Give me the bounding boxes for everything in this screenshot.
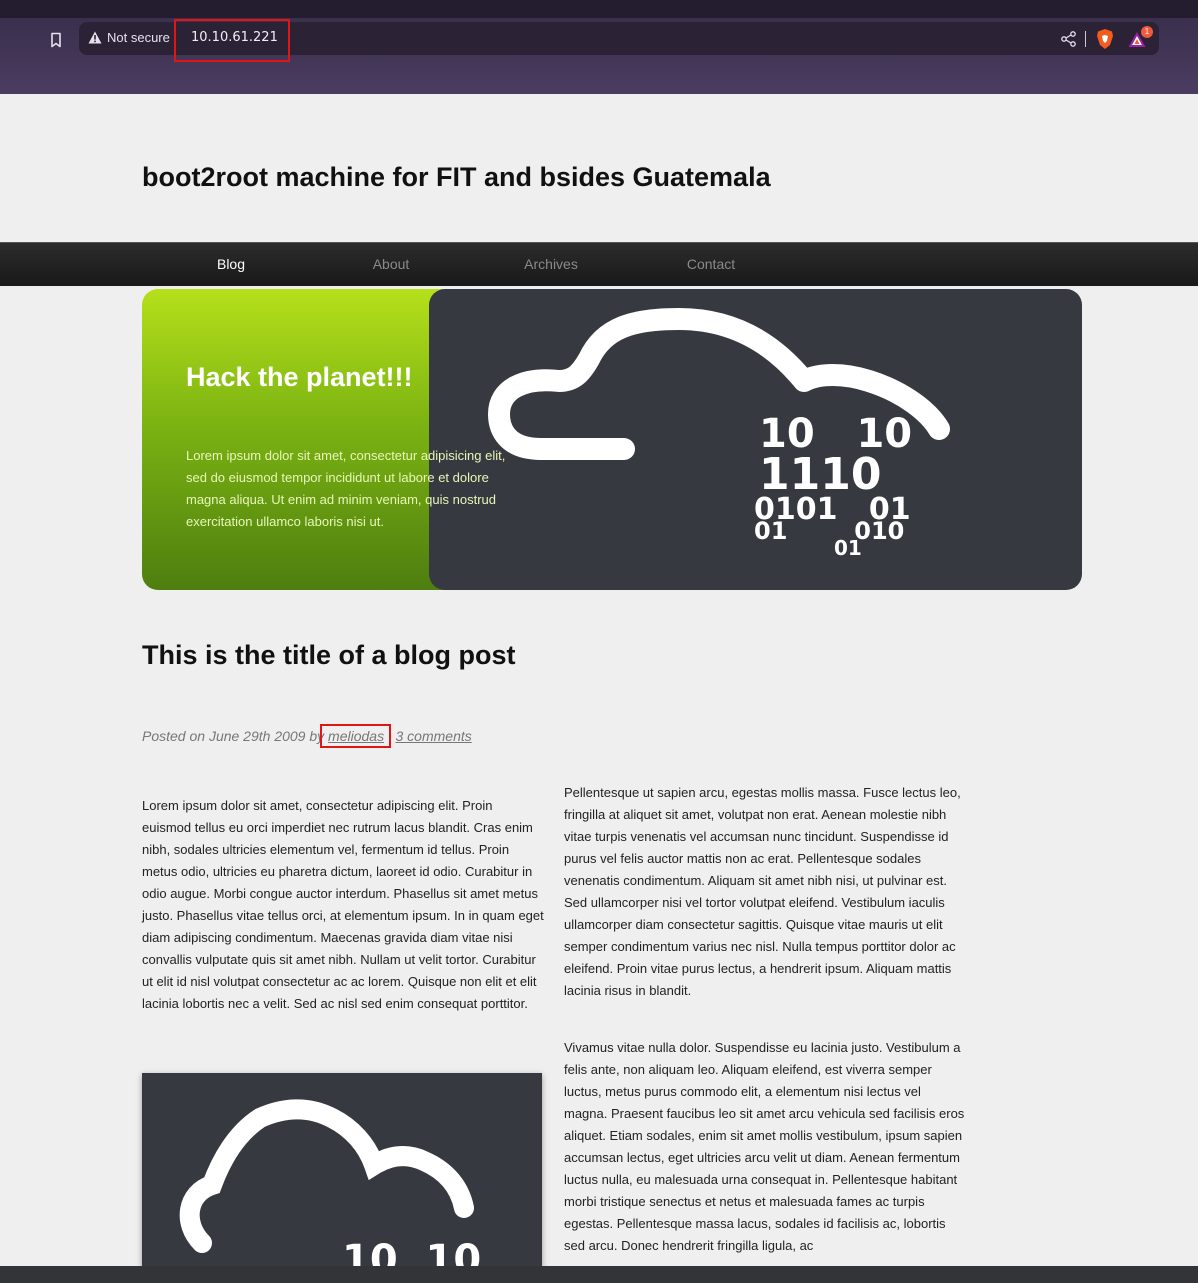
brave-shields-button[interactable] — [1095, 28, 1115, 50]
post-meta: Posted on June 29th 2009 by meliodas | 3… — [142, 728, 472, 744]
hero-text: Lorem ipsum dolor sit amet, consectetur … — [186, 448, 506, 529]
browser-tabstrip — [0, 0, 1198, 18]
post-paragraph-right-2: Vivamus vitae nulla dolor. Suspendisse e… — [564, 1040, 965, 1253]
post-comments-link[interactable]: 3 comments — [396, 728, 472, 744]
browser-bottom-bar — [0, 1266, 1198, 1283]
brave-shield-icon — [1097, 29, 1113, 49]
nav-item-archives[interactable]: Archives — [471, 256, 631, 272]
security-label: Not secure — [107, 30, 170, 45]
bookmark-icon — [51, 32, 61, 48]
post-date-text: Posted on June 29th 2009 by — [142, 728, 325, 744]
hero-banner: Hack the planet!!! 10 10 1110 0101 01 01… — [142, 289, 1082, 590]
cloud-binary-icon: 10 10 1110 0101 01 01 010 01 — [488, 308, 950, 560]
nav-item-blog[interactable]: Blog — [151, 256, 311, 272]
binary-line-5: 01 — [834, 536, 862, 560]
rewards-badge: 1 — [1141, 26, 1153, 38]
post-paragraph-left: Lorem ipsum dolor sit amet, consectetur … — [142, 798, 544, 1011]
url-highlight-box — [174, 19, 290, 62]
bookmark-button[interactable] — [44, 28, 68, 52]
main-nav: Blog About Archives Contact — [0, 242, 1198, 286]
post-paragraph-right-1: Pellentesque ut sapien arcu, egestas mol… — [564, 785, 961, 998]
security-indicator[interactable]: Not secure — [88, 30, 170, 45]
warning-icon — [88, 31, 102, 44]
share-icon — [1061, 31, 1076, 47]
post-title: This is the title of a blog post — [142, 640, 516, 670]
nav-item-about[interactable]: About — [311, 256, 471, 272]
site-title: boot2root machine for FIT and bsides Gua… — [142, 162, 771, 192]
hero-image: 10 10 1110 0101 01 01 010 01 — [429, 289, 1082, 590]
address-bar[interactable]: Not secure 10.10.61.221 1 — [79, 19, 1159, 62]
address-bar-divider — [1085, 31, 1086, 47]
binary-line-4: 01 010 — [754, 517, 904, 545]
browser-toolbar: Not secure 10.10.61.221 1 — [0, 18, 1198, 94]
hero-heading: Hack the planet!!! — [186, 362, 413, 392]
post-image: 10 10 — [142, 1073, 542, 1273]
author-highlight-box — [320, 724, 391, 748]
cloud-binary-icon: 10 10 — [179, 1099, 481, 1273]
share-button[interactable] — [1059, 29, 1079, 49]
brave-rewards-button[interactable]: 1 — [1127, 26, 1153, 50]
nav-item-contact[interactable]: Contact — [631, 256, 791, 272]
